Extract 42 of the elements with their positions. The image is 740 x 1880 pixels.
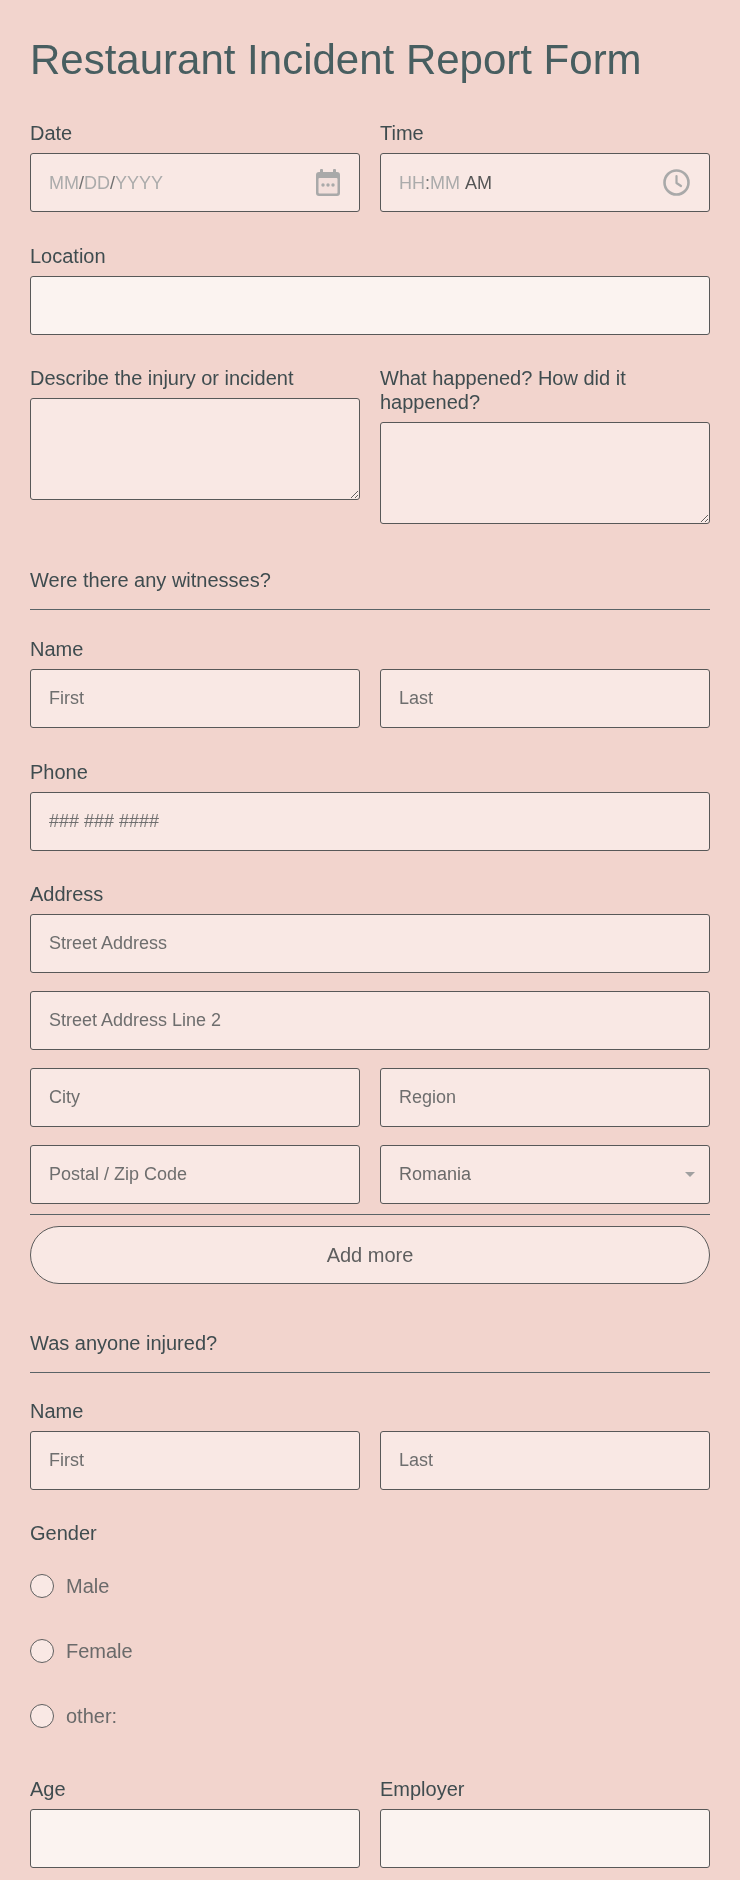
description-field[interactable] (30, 398, 360, 500)
field-label: Name (30, 1399, 84, 1423)
field-label: Name (30, 637, 84, 661)
last-name-field[interactable]: Last (380, 1431, 710, 1490)
location-field[interactable] (30, 276, 710, 335)
radio-label: Male (66, 1574, 110, 1598)
am-pm-select[interactable]: AM (465, 171, 492, 194)
time-field[interactable]: HH:MM AM (380, 153, 710, 212)
date-field[interactable]: MM/DD/YYYY (30, 153, 360, 212)
street-address-field[interactable]: Street Address (30, 914, 710, 973)
section-heading: Was anyone injured? (30, 1331, 218, 1355)
add-more-button[interactable]: Add more (30, 1226, 710, 1284)
field-label: What happened? How did it happened? (380, 366, 627, 414)
street-address-line-2-field[interactable]: Street Address Line 2 (30, 991, 710, 1050)
field-label: Address (30, 882, 104, 906)
field-label: Age (30, 1777, 66, 1801)
field-label: Employer (380, 1777, 465, 1801)
description-field[interactable] (380, 422, 710, 524)
radio-label: other: (66, 1704, 118, 1728)
caret-icon (685, 1172, 695, 1177)
radio-button[interactable] (30, 1574, 54, 1598)
employer-field[interactable] (380, 1809, 710, 1868)
postal-code-field[interactable]: Postal / Zip Code (30, 1145, 360, 1204)
age-field[interactable] (30, 1809, 360, 1868)
phone-field[interactable]: ### ### #### (30, 792, 710, 851)
form-title: Restaurant Incident Report Form (30, 35, 642, 85)
radio-button[interactable] (30, 1704, 54, 1728)
city-field[interactable]: City (30, 1068, 360, 1127)
first-name-field[interactable]: First (30, 1431, 360, 1490)
radio-button[interactable] (30, 1639, 54, 1663)
section-heading: Were there any witnesses? (30, 568, 271, 592)
field-label: Describe the injury or incident (30, 366, 294, 390)
last-name-field[interactable]: Last (380, 669, 710, 728)
first-name-field[interactable]: First (30, 669, 360, 728)
country-select[interactable]: Romania (380, 1145, 710, 1204)
field-label: Location (30, 244, 106, 268)
field-label: Time (380, 121, 424, 145)
radio-label: Female (66, 1639, 133, 1663)
field-label: Phone (30, 760, 88, 784)
region-field[interactable]: Region (380, 1068, 710, 1127)
field-label: Date (30, 121, 73, 145)
field-label: Gender (30, 1521, 97, 1545)
